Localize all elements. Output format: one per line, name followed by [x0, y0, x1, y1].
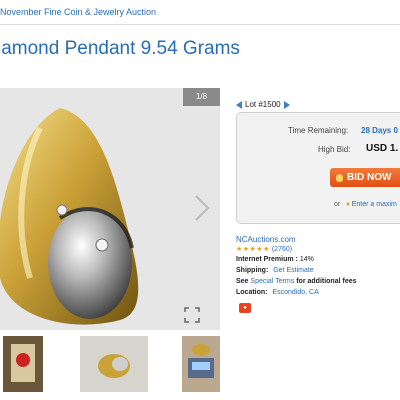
- shipping-estimate-link[interactable]: Get Estimate: [273, 267, 313, 274]
- thumbnail-1[interactable]: [3, 336, 43, 392]
- image-counter: 1/8: [183, 88, 220, 106]
- or-text: or: [334, 201, 341, 208]
- lot-number: Lot #1500: [245, 100, 281, 109]
- next-image-icon[interactable]: [190, 193, 212, 223]
- seller-rating: ★★★★★ (2760): [236, 245, 292, 253]
- page-title: iamond Pendant 9.54 Grams: [0, 38, 240, 59]
- prev-lot-icon[interactable]: [236, 100, 242, 109]
- special-terms-link[interactable]: Special Terms: [250, 278, 294, 285]
- fees-text: for additional fees: [296, 278, 357, 285]
- expand-icon[interactable]: [184, 307, 200, 323]
- next-lot-icon[interactable]: [283, 100, 290, 109]
- high-bid-label: High Bid:: [318, 145, 351, 154]
- max-bid-row: or ♦ Enter a maxim: [334, 201, 397, 208]
- rating-stars-icon: ★★★★★: [236, 246, 270, 253]
- time-remaining-value: 28 Days 0: [361, 126, 398, 135]
- badge-icon[interactable]: ●: [239, 303, 251, 313]
- enter-max-bid-link[interactable]: Enter a maxim: [352, 201, 397, 208]
- thumbnail-2[interactable]: [80, 336, 148, 392]
- high-bid-value: USD 1.: [366, 143, 399, 154]
- bulb-icon: [336, 173, 343, 182]
- shipping-row: Shipping: Get Estimate: [236, 267, 314, 274]
- divider: [0, 24, 400, 25]
- thumbnail-3[interactable]: [182, 336, 220, 392]
- premium-value: 14%: [299, 256, 314, 263]
- max-bid-icon: ♦: [346, 201, 350, 208]
- see-text: See: [236, 278, 249, 285]
- pendant-image: [0, 88, 220, 330]
- bid-now-label: BID NOW: [347, 172, 392, 183]
- main-image[interactable]: 1/8: [0, 88, 220, 330]
- breadcrumb-link[interactable]: November Fine Coin & Jewelry Auction: [0, 7, 156, 17]
- bid-now-button[interactable]: BID NOW: [330, 168, 400, 187]
- rating-count[interactable]: (2760): [272, 246, 292, 253]
- terms-row: See Special Terms for additional fees: [236, 278, 357, 285]
- premium-label: Internet Premium :: [236, 256, 298, 263]
- lot-navigation: Lot #1500: [236, 100, 290, 109]
- internet-premium-row: Internet Premium : 14%: [236, 256, 314, 263]
- time-remaining-label: Time Remaining:: [288, 126, 349, 135]
- shipping-label: Shipping:: [236, 267, 269, 274]
- location-label: Location:: [236, 289, 268, 296]
- seller-link[interactable]: NCAuctions.com: [236, 235, 296, 244]
- location-value: Escondido, CA: [272, 289, 319, 296]
- location-row: Location: Escondido, CA: [236, 289, 319, 296]
